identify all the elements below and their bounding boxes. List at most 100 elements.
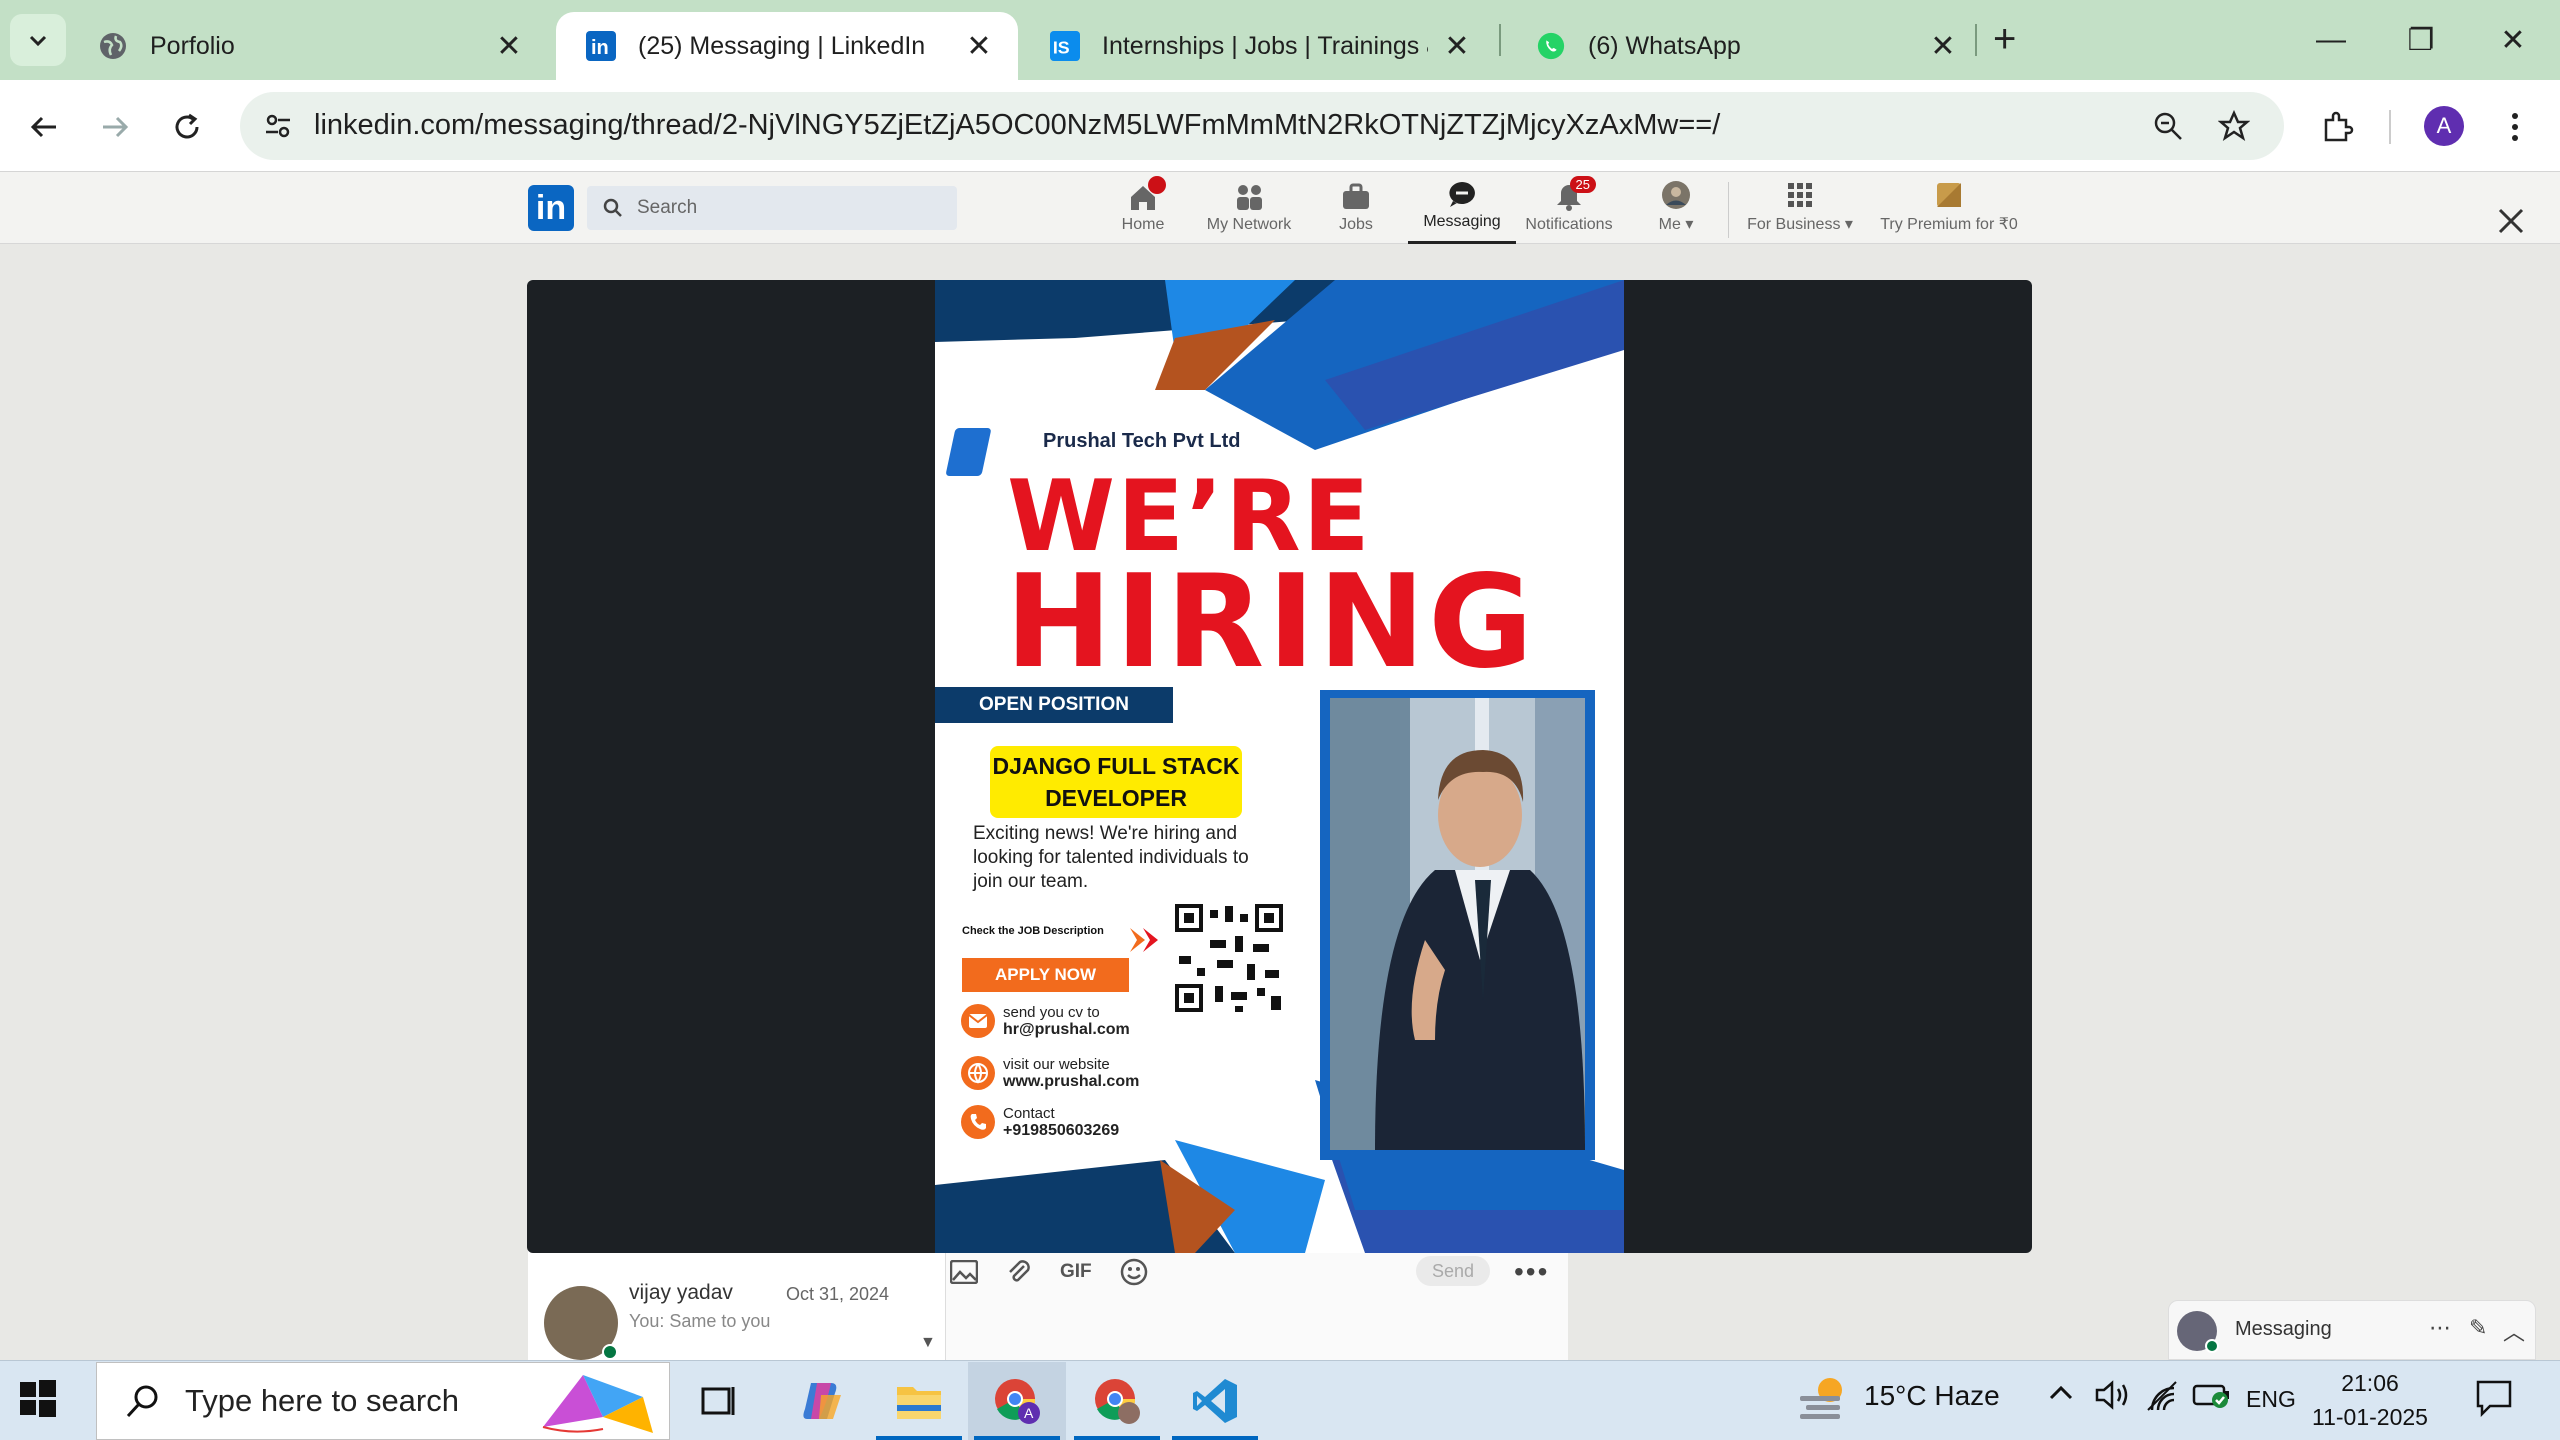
search-icon [126, 1385, 158, 1418]
nav-label: Messaging [1423, 213, 1501, 230]
system-clock[interactable]: 21:06 11-01-2025 [2312, 1366, 2428, 1434]
messaging-overlay-bar[interactable]: Messaging ⋯ ✎ ︿ [2168, 1300, 2536, 1360]
profile-avatar[interactable]: A [2424, 106, 2464, 146]
vscode-app[interactable] [1166, 1362, 1264, 1440]
file-explorer-app[interactable] [870, 1362, 968, 1440]
emoji-icon[interactable] [1120, 1258, 1148, 1286]
tab-portfolio[interactable]: Porfolio ✕ [68, 12, 548, 80]
close-image-viewer-button[interactable] [2488, 198, 2534, 244]
role-title: DJANGO FULL STACK DEVELOPER [990, 746, 1242, 818]
send-button[interactable]: Send [1416, 1256, 1490, 1286]
weather-text[interactable]: 15°C Haze [1864, 1380, 2000, 1412]
nav-home[interactable]: Home [1116, 176, 1170, 244]
reload-icon [175, 113, 199, 139]
compose-more-options[interactable]: ••• [1514, 1256, 1549, 1288]
nav-label: Home [1121, 216, 1165, 233]
nav-me[interactable]: Me ▾ [1640, 178, 1712, 244]
more-options-icon[interactable]: ⋯ [2429, 1315, 2451, 1341]
taskbar-search-input[interactable]: Type here to search [96, 1362, 670, 1440]
open-position-label: OPEN POSITION [935, 687, 1173, 723]
paperclip-icon[interactable] [1006, 1258, 1032, 1286]
tab-search-button[interactable] [10, 14, 66, 66]
tab-linkedin-messaging[interactable]: in (25) Messaging | LinkedIn ✕ [556, 12, 1018, 80]
search-placeholder: Type here to search [185, 1383, 459, 1418]
company-name: Prushal Tech Pvt Ltd [1043, 430, 1241, 452]
close-icon[interactable]: ✕ [494, 29, 524, 64]
window-close-button[interactable]: ✕ [2468, 0, 2558, 80]
copilot-app[interactable] [772, 1362, 870, 1440]
chrome-profile-2-app[interactable] [1068, 1362, 1166, 1440]
email-address: hr@prushal.com [1003, 1021, 1130, 1038]
compose-icon[interactable]: ✎ [2469, 1315, 2487, 1341]
gif-button[interactable]: GIF [1060, 1261, 1092, 1283]
notification-dot [1148, 176, 1166, 194]
chevron-down-icon [29, 35, 47, 47]
svg-text:IS: IS [1053, 38, 1070, 58]
restore-button[interactable]: ❐ [2376, 0, 2466, 80]
bell-icon: 25 [1552, 176, 1596, 212]
tab-internshala[interactable]: IS Internships | Jobs | Trainings & I ✕ [1020, 12, 1496, 80]
reload-button[interactable] [164, 104, 210, 150]
new-tab-button[interactable]: + [1993, 14, 2016, 64]
network-icon [1232, 182, 1266, 212]
browser-menu-icon[interactable] [2490, 102, 2540, 152]
nav-jobs[interactable]: Jobs [1336, 178, 1376, 244]
nav-for-business[interactable]: For Business ▾ [1742, 178, 1858, 244]
close-icon[interactable]: ✕ [1928, 29, 1958, 64]
battery-icon[interactable] [2192, 1380, 2232, 1417]
whatsapp-icon [1536, 31, 1566, 61]
nav-try-premium[interactable]: Try Premium for ₹0 [1876, 178, 2022, 244]
image-attach-icon[interactable] [950, 1260, 978, 1284]
search-placeholder: Search [637, 197, 698, 218]
extensions-icon[interactable] [2312, 102, 2362, 152]
address-bar[interactable]: linkedin.com/messaging/thread/2-NjVlNGY5… [240, 92, 2284, 160]
nav-label: Try Premium for ₹0 [1880, 216, 2018, 233]
chrome-profile-a-app[interactable]: A [968, 1362, 1066, 1440]
bookmark-star-icon[interactable] [2212, 104, 2256, 148]
chevron-up-icon[interactable]: ︿ [2503, 1315, 2525, 1347]
grid-icon [1783, 180, 1817, 210]
task-view-button[interactable] [670, 1362, 768, 1440]
volume-icon[interactable] [2094, 1380, 2132, 1417]
online-status-dot [2205, 1339, 2219, 1353]
search-icon [603, 198, 622, 217]
conversation-name: vijay yadav [629, 1281, 733, 1304]
role-line-2: DEVELOPER [1045, 785, 1187, 811]
url-text[interactable]: linkedin.com/messaging/thread/2-NjVlNGY5… [314, 109, 1720, 142]
nav-notifications[interactable]: 25 Notifications [1522, 176, 1616, 244]
phone-number: +919850603269 [1003, 1122, 1120, 1139]
phone-contact: Contact +919850603269 [961, 1105, 1119, 1139]
email-label: send you cv to [1003, 1004, 1100, 1021]
nav-label: Notifications [1525, 216, 1613, 233]
clock-time: 21:06 [2341, 1370, 2399, 1396]
forward-button[interactable] [92, 104, 138, 150]
folder-icon [897, 1387, 941, 1419]
mail-icon [961, 1004, 995, 1038]
chevron-up-icon[interactable] [2046, 1378, 2076, 1415]
tab-divider [1975, 24, 1977, 56]
website-contact: visit our website www.prushal.com [961, 1056, 1139, 1090]
zoom-icon[interactable] [2146, 104, 2190, 148]
minimize-button[interactable]: — [2286, 0, 2376, 80]
site-info-icon[interactable] [254, 102, 302, 150]
close-icon [2498, 208, 2524, 234]
tab-whatsapp[interactable]: (6) WhatsApp ✕ [1506, 12, 1982, 80]
close-icon[interactable]: ✕ [1442, 29, 1472, 64]
nav-my-network[interactable]: My Network [1202, 178, 1296, 244]
network-status-icon[interactable] [2146, 1380, 2182, 1419]
back-button[interactable] [21, 104, 67, 150]
vscode-icon [1193, 1379, 1237, 1423]
contact-label: Contact [1003, 1105, 1055, 1122]
nav-messaging[interactable]: Messaging [1408, 178, 1516, 244]
notification-center-icon[interactable] [2474, 1378, 2514, 1423]
close-icon[interactable]: ✕ [964, 29, 994, 64]
linkedin-logo[interactable]: in [528, 185, 574, 231]
windows-start-button[interactable] [18, 1378, 64, 1424]
scroll-down-icon[interactable]: ▼ [920, 1334, 936, 1352]
email-contact: send you cv to hr@prushal.com [961, 1004, 1130, 1038]
language-indicator[interactable]: ENG [2246, 1386, 2296, 1413]
website-label: visit our website [1003, 1056, 1110, 1073]
internshala-icon: IS [1050, 31, 1080, 61]
hiring-poster-image: P Prushal Tech Pvt Ltd WE’RE HIRING OPEN… [935, 280, 1624, 1253]
linkedin-search-input[interactable]: Search [587, 186, 957, 230]
